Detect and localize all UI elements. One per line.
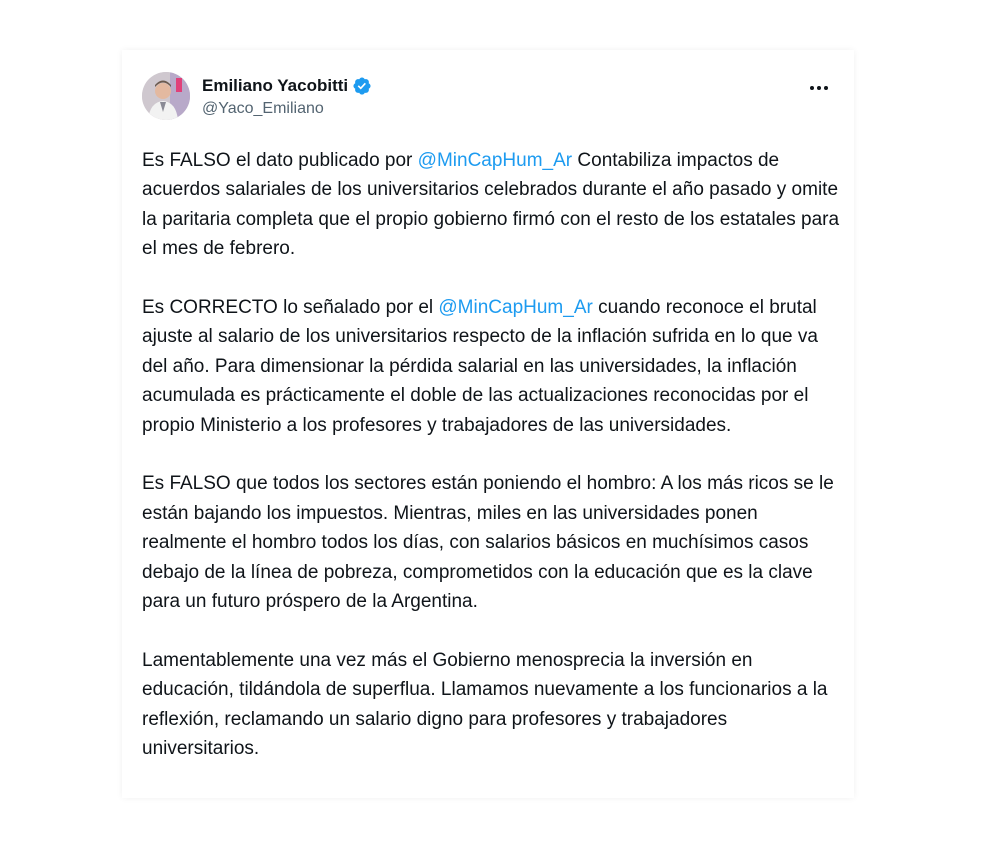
- tweet-text: Es FALSO el dato publicado por @MinCapHu…: [142, 146, 842, 763]
- author-display-name[interactable]: Emiliano Yacobitti: [202, 76, 348, 96]
- dot: [810, 86, 814, 90]
- tweet-header: Emiliano Yacobitti @Yaco_Emiliano: [142, 70, 834, 126]
- more-options-icon[interactable]: [804, 76, 834, 100]
- tweet-paragraph-3: Es FALSO que todos los sectores están po…: [142, 473, 834, 613]
- verified-badge-icon: [352, 76, 372, 96]
- mention-link[interactable]: @MinCapHum_Ar: [418, 150, 572, 171]
- dot: [824, 86, 828, 90]
- mention-link[interactable]: @MinCapHum_Ar: [438, 297, 592, 318]
- avatar[interactable]: [142, 72, 190, 120]
- tweet-paragraph-2: Es CORRECTO lo señalado por el @MinCapHu…: [142, 293, 842, 440]
- avatar-image: [142, 72, 190, 120]
- dot: [817, 86, 821, 90]
- author-name-row: Emiliano Yacobitti: [202, 76, 372, 96]
- tweet-paragraph-4: Lamentablemente una vez más el Gobierno …: [142, 649, 828, 760]
- tweet-paragraph-1: Es FALSO el dato publicado por @MinCapHu…: [142, 146, 842, 264]
- paragraph-text: Es CORRECTO lo señalado por el: [142, 297, 439, 319]
- author-handle[interactable]: @Yaco_Emiliano: [202, 100, 324, 118]
- paragraph-text: Es FALSO el dato publicado por: [142, 150, 418, 171]
- tweet-card: Emiliano Yacobitti @Yaco_Emiliano Es FAL…: [122, 50, 854, 798]
